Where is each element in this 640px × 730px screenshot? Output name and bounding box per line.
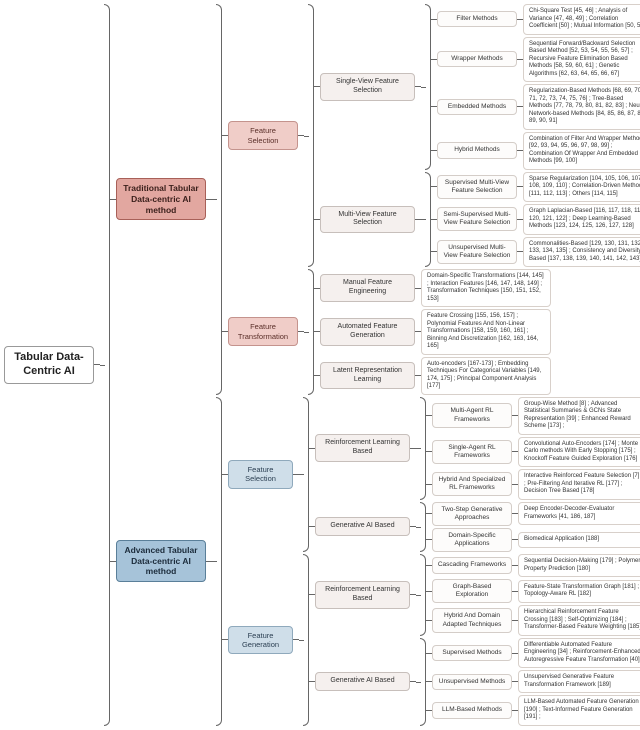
gen-ai-fg: Generative AI Based bbox=[315, 672, 410, 691]
llm-methods-leaf: LLM-Based Automated Feature Generation [… bbox=[518, 695, 640, 726]
single-agent-leaf: Convolutional Auto-Encoders [174] ; Mont… bbox=[518, 437, 640, 468]
unsup-methods: Unsupervised Methods bbox=[432, 674, 512, 690]
semi-mv-leaf: Graph Laplacian-Based [116, 117, 118, 11… bbox=[523, 204, 640, 235]
gen-ai-fs: Generative AI Based bbox=[315, 517, 410, 536]
single-agent-rl: Single-Agent RL Frameworks bbox=[432, 440, 512, 464]
filter-methods: Filter Methods bbox=[437, 11, 517, 27]
single-view-fs: Single-View Feature Selection bbox=[320, 73, 415, 101]
auto-fg: Automated Feature Generation bbox=[320, 318, 415, 346]
sup-mv-leaf: Sparse Regularization [104, 105, 106, 10… bbox=[523, 172, 640, 203]
domain-spec-leaf: Biomedical Application [188] bbox=[518, 532, 640, 548]
root-node: Tabular Data-Centric AI bbox=[4, 346, 94, 384]
latent-rep-leaf: Auto-encoders [167-173] ; Embedding Tech… bbox=[421, 357, 551, 395]
wrapper-leaf: Sequential Forward/Backward Selection Ba… bbox=[523, 37, 640, 83]
sup-methods: Supervised Methods bbox=[432, 645, 512, 661]
sup-mv: Supervised Multi-View Feature Selection bbox=[437, 175, 517, 199]
hybrid-domain: Hybrid And Domain Adapted Techniques bbox=[432, 608, 512, 632]
rl-based-fs: Reinforcement Learning Based bbox=[315, 434, 410, 462]
multi-view-fs: Multi-View Feature Selection bbox=[320, 206, 415, 234]
hybrid-rl: Hybrid And Specialized RL Frameworks bbox=[432, 472, 512, 496]
domain-spec: Domain-Specific Applications bbox=[432, 528, 512, 552]
graph-expl-leaf: Feature-State Transformation Graph [181]… bbox=[518, 580, 640, 603]
cascading: Cascading Frameworks bbox=[432, 557, 512, 573]
hybrid-leaf: Combination of Filter And Wrapper Method… bbox=[523, 132, 640, 170]
cascading-leaf: Sequential Decision-Making [179] ; Polym… bbox=[518, 554, 640, 577]
adv-feature-generation: Feature Generation bbox=[228, 626, 293, 655]
hybrid-methods: Hybrid Methods bbox=[437, 142, 517, 158]
unsup-mv-leaf: Commonalities-Based [129, 130, 131, 132,… bbox=[523, 237, 640, 268]
rl-based-fg: Reinforcement Learning Based bbox=[315, 581, 410, 609]
traditional-node: Traditional Tabular Data-centric AI meth… bbox=[116, 178, 206, 220]
unsup-mv: Unsupervised Multi-View Feature Selectio… bbox=[437, 240, 517, 264]
multi-agent-leaf: Group-Wise Method [8] ; Advanced Statist… bbox=[518, 397, 640, 435]
auto-fg-leaf: Feature Crossing [155, 156, 157] ; Polyn… bbox=[421, 309, 551, 355]
filter-leaf: Chi-Square Test [45, 46] ; Analysis of V… bbox=[523, 4, 640, 35]
hybrid-domain-leaf: Hierarchical Reinforcement Feature Cross… bbox=[518, 605, 640, 636]
multi-agent-rl: Multi-Agent RL Frameworks bbox=[432, 403, 512, 427]
llm-methods: LLM-Based Methods bbox=[432, 702, 512, 718]
advanced-node: Advanced Tabular Data-centric AI method bbox=[116, 540, 206, 582]
trad-feature-selection: Feature Selection bbox=[228, 121, 298, 150]
semi-mv: Semi-Supervised Multi-View Feature Selec… bbox=[437, 207, 517, 231]
hybrid-rl-leaf: Interactive Reinforced Feature Selection… bbox=[518, 469, 640, 500]
graph-expl: Graph-Based Exploration bbox=[432, 579, 512, 603]
latent-rep: Latent Representation Learning bbox=[320, 362, 415, 390]
trad-feature-transform: Feature Transformation bbox=[228, 317, 298, 346]
wrapper-methods: Wrapper Methods bbox=[437, 51, 517, 67]
unsup-methods-leaf: Unsupervised Generative Feature Transfor… bbox=[518, 670, 640, 693]
sup-methods-leaf: Differentiable Automated Feature Enginee… bbox=[518, 638, 640, 669]
two-step-leaf: Deep Encoder-Decoder-Evaluator Framework… bbox=[518, 502, 640, 525]
embedded-leaf: Regularization-Based Methods [68, 69, 70… bbox=[523, 84, 640, 130]
embedded-methods: Embedded Methods bbox=[437, 99, 517, 115]
manual-fe-leaf: Domain-Specific Transformations [144, 14… bbox=[421, 269, 551, 307]
two-step-gen: Two-Step Generative Approaches bbox=[432, 502, 512, 526]
adv-feature-selection: Feature Selection bbox=[228, 460, 293, 489]
mindmap-root: Tabular Data-Centric AI Traditional Tabu… bbox=[4, 4, 636, 726]
manual-fe: Manual Feature Engineering bbox=[320, 274, 415, 302]
